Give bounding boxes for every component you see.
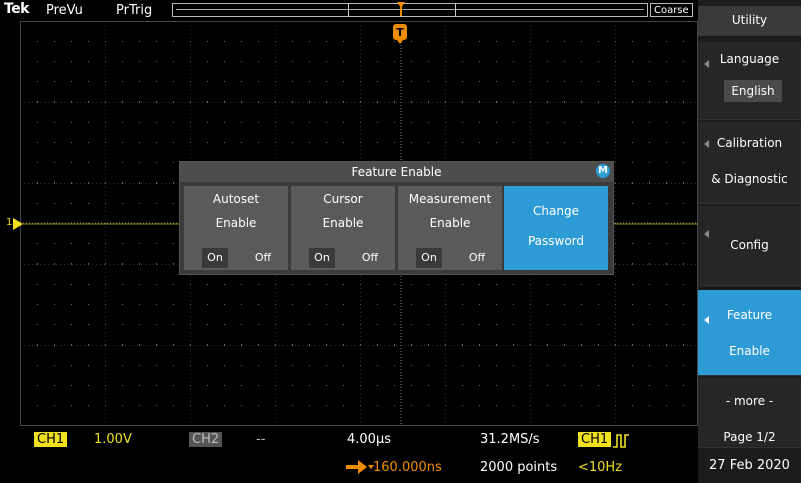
ch1-ground-marker-icon[interactable] (13, 218, 23, 230)
change-password-line1: Change (533, 204, 579, 218)
cursor-on-option[interactable]: On (309, 248, 335, 268)
cursor-off-option[interactable]: Off (357, 248, 383, 268)
ch1-scale[interactable]: 1.00V (94, 432, 132, 447)
calibration-line2: & Diagnostic (711, 172, 788, 186)
autoset-off-option[interactable]: Off (250, 248, 276, 268)
language-label: Language (719, 52, 780, 66)
feature-enable-line2: Enable (729, 344, 770, 358)
ch1-badge[interactable]: CH1 (34, 432, 68, 447)
page-indicator: Page 1/2 (723, 430, 776, 444)
cursor-enable-label: Enable (322, 216, 364, 230)
calibration-line1: Calibration (716, 136, 783, 150)
calibration-menu-button[interactable]: Calibration & Diagnostic (698, 122, 801, 204)
horizontal-delay[interactable]: 160.000ns (373, 460, 442, 475)
measurement-label: Measurement (408, 192, 492, 206)
ch2-scale: -- (256, 432, 266, 447)
change-password-line2: Password (527, 234, 585, 248)
autoset-enable-toggle[interactable]: Autoset Enable On Off (184, 186, 288, 270)
brand-logo: Tek (4, 1, 30, 17)
sample-rate: 31.2MS/s (480, 432, 540, 447)
multipurpose-knob-icon: M (596, 164, 610, 178)
more-label: - more - (725, 394, 774, 408)
menu-title-label: Utility (731, 13, 768, 27)
dialog-title: Feature Enable (180, 162, 613, 182)
date-display: 27 Feb 2020 (709, 458, 790, 473)
feature-enable-menu-button[interactable]: Feature Enable (698, 290, 801, 376)
measurement-enable-toggle[interactable]: Measurement Enable On Off (398, 186, 502, 270)
ch1-marker-label: 1 (6, 217, 13, 228)
prtrig-label: PrTrig (116, 3, 153, 18)
utility-side-menu: Utility Language English Calibration & D… (698, 0, 801, 483)
coarse-button[interactable]: Coarse (650, 3, 693, 17)
ch2-badge[interactable]: CH2 (189, 432, 223, 447)
measurement-off-option[interactable]: Off (464, 248, 490, 268)
timebase-value[interactable]: 4.00µs (347, 432, 391, 447)
measurement-on-option[interactable]: On (416, 248, 442, 268)
trigger-marker-label: T (396, 26, 404, 39)
autoset-enable-label: Enable (215, 216, 257, 230)
prevu-label: PreVu (46, 3, 83, 18)
delay-indicator-tick (368, 454, 374, 469)
language-value[interactable]: English (724, 80, 782, 102)
record-length: 2000 points (480, 460, 558, 475)
ch2-tag: CH2 (189, 432, 223, 447)
autoset-label: Autoset (212, 192, 260, 206)
change-password-button[interactable]: Change Password (504, 186, 608, 270)
trigger-frequency: <10Hz (578, 460, 623, 475)
more-menu-button[interactable]: - more - Page 1/2 (698, 378, 801, 448)
rising-edge-icon (613, 434, 629, 448)
trigger-source-badge[interactable]: CH1 (578, 432, 612, 447)
menu-title: Utility (698, 6, 801, 36)
feature-enable-dialog: Feature Enable M Autoset Enable On Off C… (179, 161, 614, 275)
menu-arrow-icon (704, 230, 709, 238)
ch1-tag: CH1 (34, 432, 68, 447)
feature-enable-line1: Feature (726, 308, 773, 322)
trigger-source-tag: CH1 (578, 432, 612, 447)
config-menu-button[interactable]: Config (698, 206, 801, 286)
trigger-position-icon (397, 2, 405, 16)
measurement-enable-label: Enable (429, 216, 471, 230)
cursor-label: Cursor (323, 192, 363, 206)
delay-arrow-icon (346, 460, 367, 474)
config-label: Config (730, 238, 769, 252)
autoset-on-option[interactable]: On (202, 248, 228, 268)
cursor-enable-toggle[interactable]: Cursor Enable On Off (291, 186, 395, 270)
